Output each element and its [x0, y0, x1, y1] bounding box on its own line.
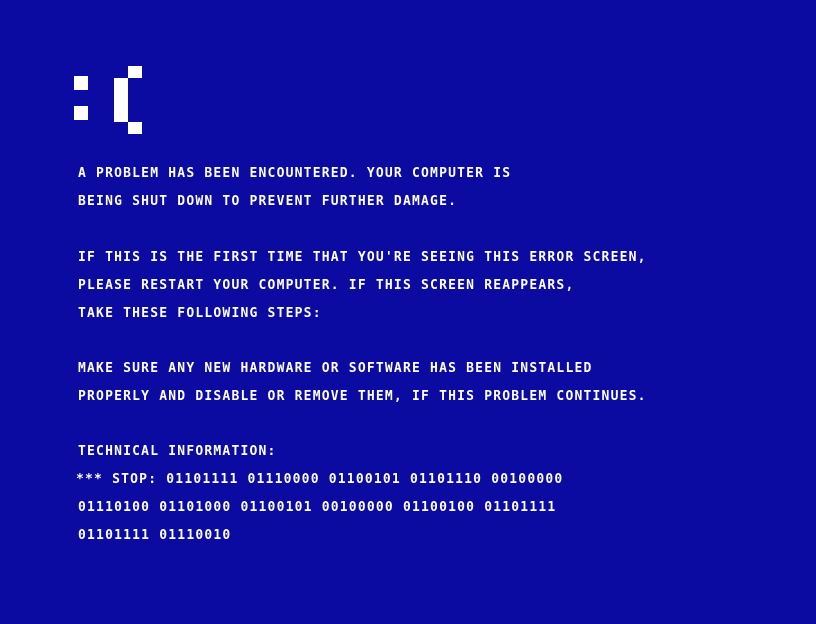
error-message-paragraph-2: IF THIS IS THE FIRST TIME THAT YOU'RE SE… [78, 244, 778, 328]
message-line: BEING SHUT DOWN TO PREVENT FURTHER DAMAG… [78, 194, 458, 209]
message-line: PROPERLY AND DISABLE OR REMOVE THEM, IF … [78, 389, 647, 404]
sad-face-icon [74, 66, 144, 134]
stop-code-line: 01101111 01110010 [78, 528, 232, 543]
message-line: A PROBLEM HAS BEEN ENCOUNTERED. YOUR COM… [78, 166, 512, 181]
stop-code-line: *** STOP: 01101111 01110000 01100101 011… [76, 472, 564, 487]
message-line: MAKE SURE ANY NEW HARDWARE OR SOFTWARE H… [78, 361, 593, 376]
stop-code-line: 01110100 01101000 01100101 00100000 0110… [78, 500, 557, 515]
error-message-paragraph-1: A PROBLEM HAS BEEN ENCOUNTERED. YOUR COM… [78, 160, 778, 216]
message-line: TAKE THESE FOLLOWING STEPS: [78, 306, 322, 321]
technical-heading: TECHNICAL INFORMATION: [78, 444, 277, 459]
error-message-paragraph-3: MAKE SURE ANY NEW HARDWARE OR SOFTWARE H… [78, 355, 778, 411]
bsod-screen: A PROBLEM HAS BEEN ENCOUNTERED. YOUR COM… [0, 0, 816, 624]
message-line: PLEASE RESTART YOUR COMPUTER. IF THIS SC… [78, 278, 575, 293]
message-line: IF THIS IS THE FIRST TIME THAT YOU'RE SE… [78, 250, 647, 265]
technical-information: TECHNICAL INFORMATION: *** STOP: 0110111… [76, 438, 778, 550]
